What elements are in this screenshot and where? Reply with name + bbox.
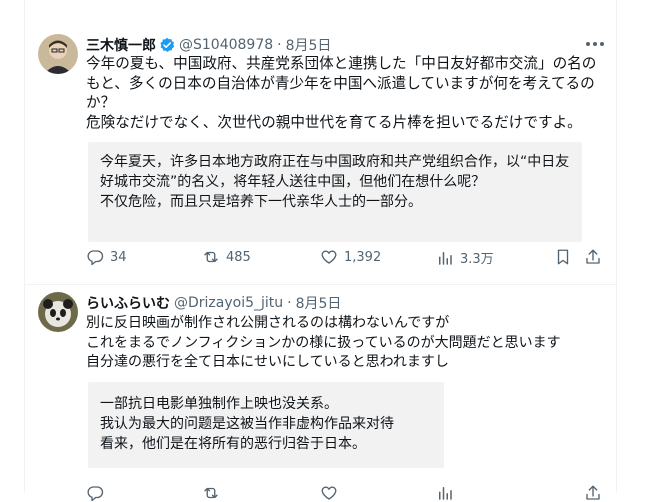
share-button[interactable] bbox=[584, 484, 602, 502]
reply-count: 34 bbox=[110, 249, 127, 265]
post-date[interactable]: 8月5日 bbox=[296, 293, 342, 313]
repost-icon bbox=[204, 487, 218, 499]
author-handle[interactable]: @S10408978 bbox=[179, 37, 273, 53]
analytics-icon bbox=[439, 487, 452, 500]
reply-icon bbox=[87, 486, 104, 502]
timeline-border-right bbox=[616, 0, 617, 492]
more-options-icon[interactable] bbox=[586, 42, 604, 46]
reply-icon bbox=[87, 250, 104, 266]
view-count: 3.3万 bbox=[460, 252, 494, 267]
author-name[interactable]: 三木慎一郎 bbox=[86, 35, 156, 55]
tweet-1[interactable]: 三木慎一郎 @S10408978 · 8月5日 今年の夏も、中国政府、共産党系団… bbox=[24, 0, 616, 280]
verified-badge-icon bbox=[159, 37, 175, 53]
share-icon bbox=[586, 485, 600, 500]
share-icon bbox=[586, 249, 600, 264]
translation-box: 今年夏天，许多日本地方政府正在与中国政府和共产党组织合作，以“中日友好城市交流”… bbox=[88, 142, 582, 242]
heart-icon bbox=[321, 486, 337, 500]
post-text: 今年の夏も、中国政府、共産党系団体と連携した「中日友好都市交流」の名のもと、多く… bbox=[86, 55, 597, 131]
bookmark-icon bbox=[557, 249, 569, 265]
reply-button[interactable] bbox=[86, 484, 104, 502]
heart-icon bbox=[321, 250, 337, 264]
post-text: 別に反日映画が制作され公開されるのは構わないんですが これをまるでノンフィクショ… bbox=[86, 315, 561, 370]
separator-dot: · bbox=[287, 295, 292, 311]
repost-button[interactable]: 485 bbox=[202, 248, 251, 266]
views-button[interactable] bbox=[436, 484, 454, 502]
analytics-icon bbox=[439, 251, 452, 265]
like-button[interactable]: 1,392 bbox=[320, 248, 381, 266]
separator-dot: · bbox=[277, 37, 282, 53]
translation-box: 一部抗日电影单独制作上映也没关系。 我认为最大的问题是这被当作非虚构作品来对待 … bbox=[88, 382, 444, 468]
like-count: 1,392 bbox=[344, 249, 382, 265]
post-date[interactable]: 8月5日 bbox=[286, 35, 332, 55]
bookmark-button[interactable] bbox=[554, 248, 572, 266]
repost-button[interactable] bbox=[202, 484, 220, 502]
views-button[interactable]: 3.3万 bbox=[436, 248, 494, 267]
repost-icon bbox=[204, 251, 218, 263]
tweet-2[interactable]: らいふらいむ @Drizayoi5_jitu · 8月5日 別に反日映画が制作さ… bbox=[24, 284, 616, 502]
avatar[interactable] bbox=[38, 292, 78, 332]
share-button[interactable] bbox=[584, 248, 602, 266]
avatar[interactable] bbox=[38, 34, 78, 74]
reply-button[interactable]: 34 bbox=[86, 248, 127, 266]
author-name[interactable]: らいふらいむ bbox=[86, 293, 170, 313]
repost-count: 485 bbox=[226, 249, 251, 265]
author-handle[interactable]: @Drizayoi5_jitu bbox=[174, 295, 283, 311]
like-button[interactable] bbox=[320, 484, 338, 502]
